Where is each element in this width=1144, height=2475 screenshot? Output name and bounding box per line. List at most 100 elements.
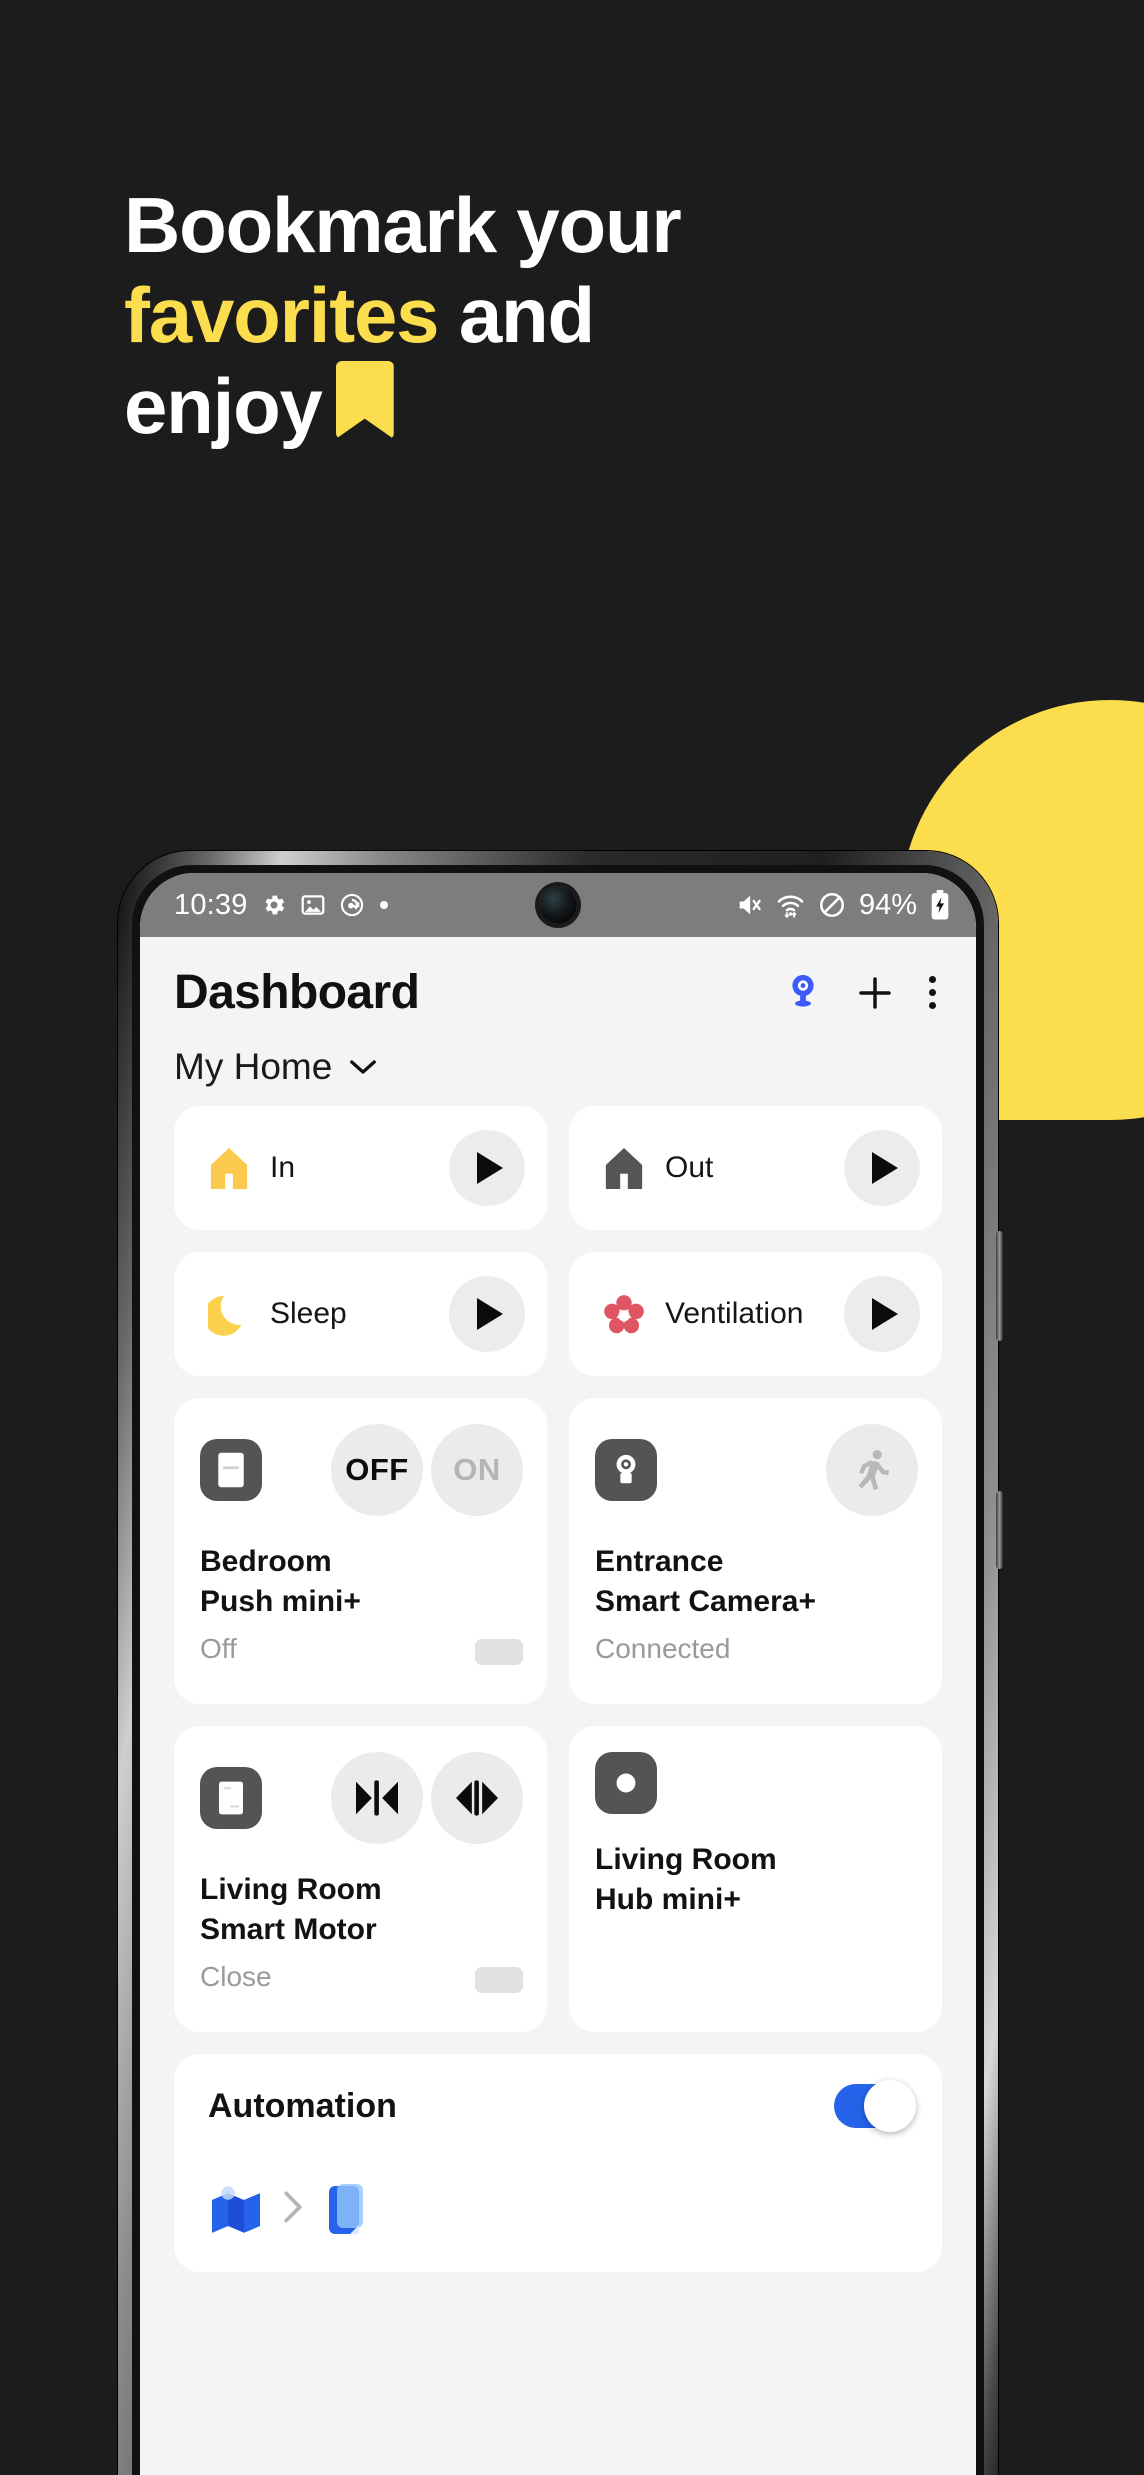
scene-label: In (270, 1151, 296, 1184)
automation-card[interactable]: Automation (174, 2054, 942, 2272)
device-name: Entrance Smart Camera+ (595, 1542, 918, 1621)
battery-charging-icon (930, 890, 950, 920)
page-title: Dashboard (174, 966, 420, 1019)
device-top-row (595, 1424, 918, 1516)
device-top-row: OFF ON (200, 1424, 523, 1516)
device-name: Bedroom Push mini+ (200, 1542, 523, 1621)
device-state: Close (200, 1961, 272, 1993)
device-name-line-2: Push mini+ (200, 1584, 361, 1618)
map-blue-icon (208, 2183, 264, 2237)
device-name-line-2: Hub mini+ (595, 1882, 741, 1916)
on-button[interactable]: ON (431, 1424, 523, 1516)
dot-icon (378, 899, 390, 911)
image-icon (300, 892, 326, 918)
push-button-device-icon (200, 1439, 262, 1501)
status-bar: 10:39 94% (140, 873, 976, 937)
device-controls (331, 1752, 523, 1844)
scene-card-ventilation[interactable]: Ventilation (569, 1252, 942, 1376)
headline-line-2: favorites and (124, 270, 944, 360)
curtain-close-icon[interactable] (331, 1752, 423, 1844)
status-bar-left: 10:39 (174, 889, 390, 922)
off-button[interactable]: OFF (331, 1424, 423, 1516)
device-state: Off (200, 1633, 237, 1665)
headline-line-2-rest: and (438, 271, 595, 360)
status-bar-clock: 10:39 (174, 888, 248, 921)
scene-label: Out (665, 1151, 714, 1184)
chevron-right-icon (282, 2190, 304, 2230)
automation-toggle[interactable] (834, 2080, 916, 2132)
play-icon[interactable] (449, 1130, 525, 1206)
automation-flow (208, 2182, 912, 2238)
device-name: Living Room Hub mini+ (595, 1840, 918, 1919)
device-name-line-1: Entrance (595, 1545, 724, 1578)
device-controls: OFF ON (331, 1424, 523, 1516)
phone-mockup: 10:39 94% Dashboard My Home In Out Sleep… (118, 851, 1003, 2475)
house-yellow-icon (202, 1145, 256, 1191)
wifi-icon (776, 891, 805, 920)
device-top-row (200, 1752, 523, 1844)
security-camera-icon[interactable] (785, 973, 821, 1013)
play-icon[interactable] (449, 1276, 525, 1352)
power-button[interactable] (996, 1491, 1003, 1569)
scene-card-in[interactable]: In (174, 1106, 547, 1230)
device-name-line-1: Living Room (595, 1843, 777, 1876)
dashboard-grid: In Out Sleep Ventilation OFF ON Bedroom … (140, 1106, 976, 2272)
device-footer: Close (200, 1949, 523, 1994)
battery-level-icon (475, 1967, 523, 1994)
promo-screenshot: Bookmark your favorites and enjoy 10:39 (0, 0, 1144, 2475)
device-name-line-2: Smart Motor (200, 1912, 377, 1946)
scene-card-sleep[interactable]: Sleep (174, 1252, 547, 1376)
headline-line-3-text: enjoy (124, 361, 323, 450)
headline-line-1: Bookmark your (124, 181, 682, 269)
scene-card-out[interactable]: Out (569, 1106, 942, 1230)
scene-label: Sleep (270, 1297, 347, 1330)
motion-detection-running-icon[interactable] (826, 1424, 918, 1516)
app-header: Dashboard (140, 937, 976, 1026)
device-footer: Connected (595, 1621, 918, 1665)
mute-icon (735, 891, 763, 919)
sync-icon (339, 892, 365, 918)
smart-motor-device-icon (200, 1767, 262, 1829)
header-actions (785, 973, 942, 1013)
device-controls (826, 1424, 918, 1516)
toggle-knob (864, 2080, 916, 2132)
document-blue-icon (322, 2182, 368, 2238)
plus-icon[interactable] (855, 973, 895, 1013)
chevron-down-icon (348, 1057, 378, 1077)
do-not-disturb-icon (818, 891, 846, 919)
front-camera-punch-hole (539, 886, 577, 924)
volume-button[interactable] (996, 1231, 1003, 1341)
device-card-smart-camera[interactable]: Entrance Smart Camera+ Connected (569, 1398, 942, 1704)
battery-percent-label: 94% (858, 888, 917, 921)
house-dark-icon (597, 1145, 651, 1191)
device-card-hub-mini[interactable]: Living Room Hub mini+ (569, 1726, 942, 2032)
home-selector[interactable]: My Home (140, 1026, 976, 1106)
headline-line-3: enjoy (124, 360, 944, 451)
play-icon[interactable] (844, 1130, 920, 1206)
curtain-open-icon[interactable] (431, 1752, 523, 1844)
device-footer: Off (200, 1621, 523, 1666)
bookmark-icon (335, 360, 394, 439)
automation-title: Automation (208, 2086, 397, 2125)
crescent-moon-icon (202, 1291, 256, 1337)
device-name-line-1: Living Room (200, 1873, 382, 1906)
scene-label: Ventilation (665, 1297, 804, 1330)
device-card-push-mini[interactable]: OFF ON Bedroom Push mini+ Off (174, 1398, 547, 1704)
gear-icon (261, 892, 287, 918)
hub-mini-device-icon (595, 1752, 657, 1814)
promo-headline: Bookmark your favorites and enjoy (124, 180, 944, 451)
smart-camera-device-icon (595, 1439, 657, 1501)
device-footer (595, 1919, 918, 1931)
device-card-smart-motor[interactable]: Living Room Smart Motor Close (174, 1726, 547, 2032)
device-top-row (595, 1752, 918, 1814)
headline-highlight-word: favorites (124, 271, 440, 360)
flower-icon (597, 1292, 651, 1336)
home-name-label: My Home (174, 1046, 333, 1087)
play-icon[interactable] (844, 1276, 920, 1352)
device-name-line-2: Smart Camera+ (595, 1584, 816, 1618)
device-name-line-1: Bedroom (200, 1545, 332, 1578)
device-name: Living Room Smart Motor (200, 1870, 523, 1949)
device-state: Connected (595, 1633, 731, 1665)
kebab-menu-icon[interactable] (929, 976, 936, 1009)
dashboard-scroll-area[interactable]: Dashboard My Home In Out Sleep Ventilati… (140, 937, 976, 2475)
